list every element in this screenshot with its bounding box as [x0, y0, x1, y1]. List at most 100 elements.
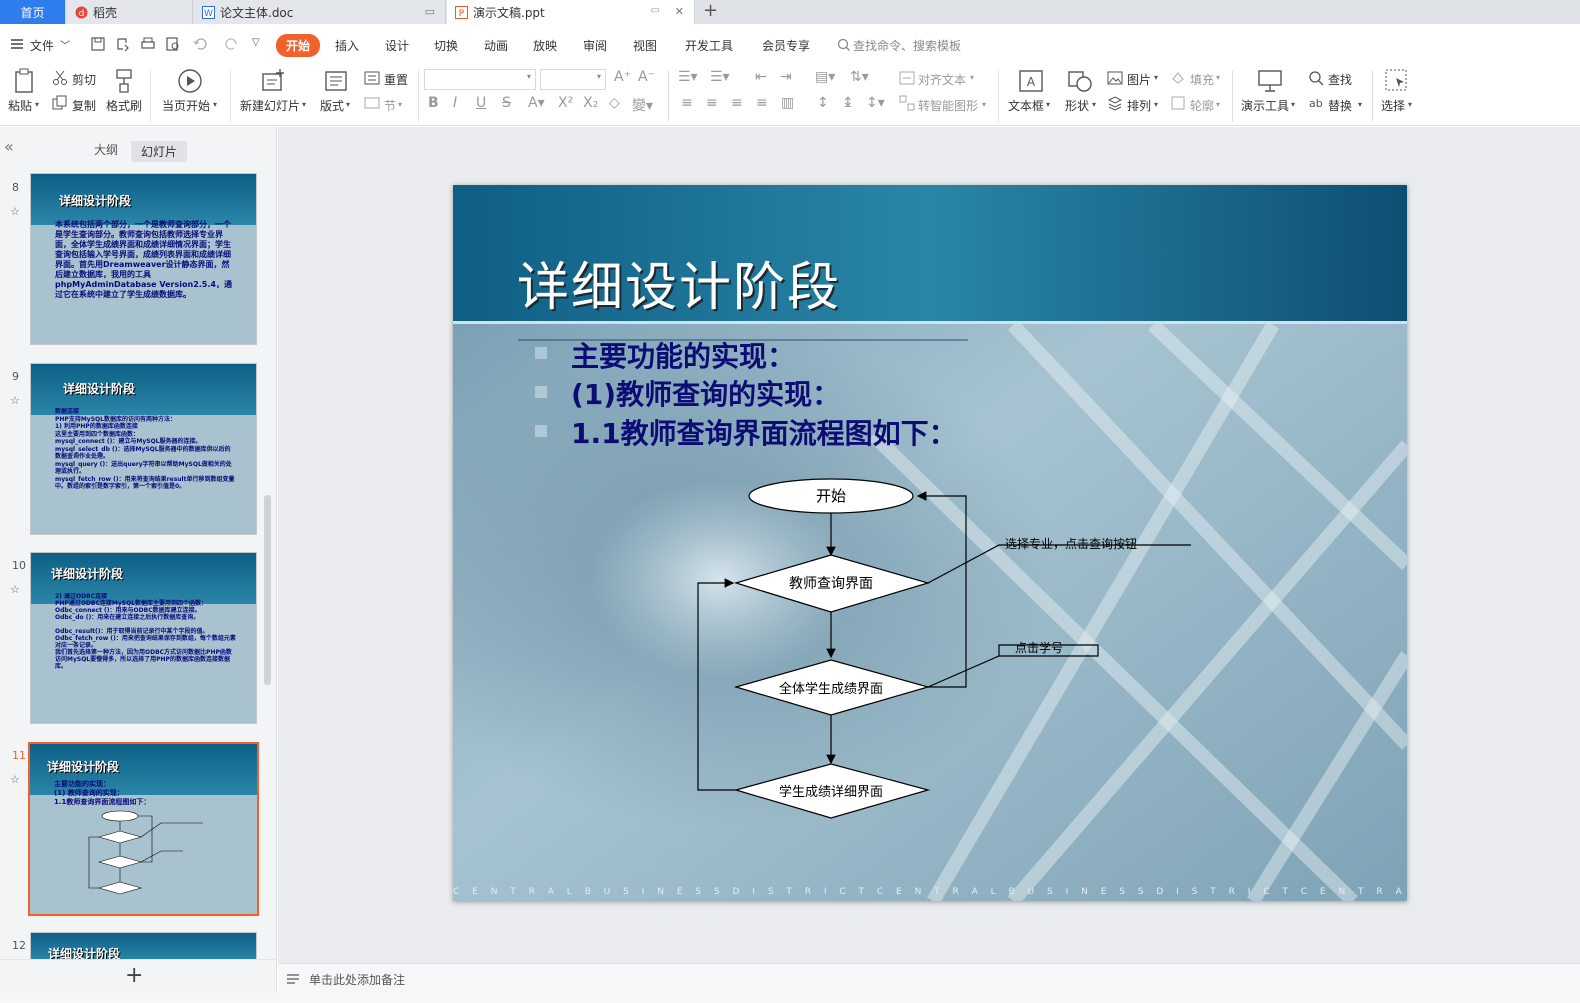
- quick-access-dropdown-icon[interactable]: ▽: [252, 37, 260, 48]
- menu-item-transition[interactable]: 切换: [434, 37, 458, 54]
- subscript-icon[interactable]: X₂: [583, 95, 598, 111]
- notes-placeholder[interactable]: 单击此处添加备注: [309, 971, 405, 988]
- replace-button[interactable]: 替换: [1328, 97, 1352, 114]
- menu-item-view[interactable]: 视图: [633, 37, 657, 54]
- chevron-down-icon[interactable]: ▾: [398, 100, 402, 109]
- menu-item-member[interactable]: 会员专享: [762, 37, 810, 54]
- section-button[interactable]: 节: [384, 97, 396, 114]
- paste-button[interactable]: 粘贴: [8, 97, 32, 114]
- menu-item-review[interactable]: 审阅: [583, 37, 607, 54]
- picture-button[interactable]: 图片: [1127, 71, 1151, 88]
- command-search-input[interactable]: 查找命令、搜索模板: [853, 37, 961, 54]
- chevron-down-icon[interactable]: ▾: [982, 100, 986, 109]
- increase-font-icon[interactable]: A⁺: [614, 69, 631, 85]
- copy-button[interactable]: 复制: [72, 97, 96, 114]
- monitor-icon[interactable]: ▭: [425, 5, 435, 18]
- slide-thumbnail-11[interactable]: 详细设计阶段 主要功能的实现： (1) 教师查询的实现： 1.1教师查询界面流程…: [28, 742, 259, 916]
- align-left-icon[interactable]: ≡: [681, 95, 693, 111]
- shapes-button[interactable]: 形状: [1065, 97, 1089, 114]
- paragraph-spacing-icon[interactable]: ↨: [842, 95, 854, 111]
- textbox-button[interactable]: 文本框: [1008, 97, 1044, 114]
- clear-format-icon[interactable]: ◇: [609, 95, 620, 111]
- decrease-indent-icon[interactable]: ⇤: [755, 69, 767, 85]
- export-icon[interactable]: [115, 36, 131, 52]
- line-spacing-icon[interactable]: ↕: [817, 95, 829, 111]
- chevron-down-icon[interactable]: ▾: [1216, 73, 1220, 82]
- chevron-down-icon[interactable]: ﹀: [60, 37, 70, 52]
- tab-ppt[interactable]: P 演示文稿.ppt ▭ ✕: [447, 0, 695, 24]
- spacing-dropdown-icon[interactable]: ↕▾: [866, 95, 885, 111]
- add-slide-button[interactable]: +: [125, 963, 143, 988]
- current-slide[interactable]: 详细设计阶段 主要功能的实现： (1)教师查询的实现： 1.1教师查询界面流程图…: [453, 185, 1407, 901]
- print-preview-icon[interactable]: [165, 36, 181, 52]
- menu-item-slideshow[interactable]: 放映: [533, 37, 557, 54]
- menu-item-animation[interactable]: 动画: [484, 37, 508, 54]
- chevron-down-icon[interactable]: ▾: [1216, 100, 1220, 109]
- chevron-down-icon[interactable]: ▾: [1358, 100, 1362, 109]
- menu-item-developer[interactable]: 开发工具: [685, 37, 733, 54]
- layout-button[interactable]: 版式: [320, 97, 344, 114]
- italic-icon[interactable]: I: [453, 95, 457, 111]
- chevron-down-icon[interactable]: ▾: [1046, 100, 1050, 109]
- justify-icon[interactable]: ≡: [756, 95, 768, 111]
- close-icon[interactable]: ✕: [675, 5, 684, 18]
- slide-thumbnail-9[interactable]: 详细设计阶段 数据连接 PHP支持MySQL数据库的访问有两种方法： 1) 利用…: [30, 363, 257, 535]
- increase-indent-icon[interactable]: ⇥: [780, 69, 792, 85]
- reset-button[interactable]: 重置: [384, 71, 408, 88]
- chevron-down-icon[interactable]: ▾: [302, 100, 306, 109]
- decrease-font-icon[interactable]: A⁻: [638, 69, 655, 85]
- paste-icon[interactable]: [12, 68, 38, 94]
- smartart-button[interactable]: 转智能图形: [918, 97, 978, 114]
- font-family-select[interactable]: ▾: [424, 69, 536, 90]
- hamburger-icon[interactable]: [10, 37, 26, 53]
- new-slide-button[interactable]: 新建幻灯片: [240, 97, 300, 114]
- chevron-down-icon[interactable]: ▾: [213, 100, 217, 109]
- notes-bar[interactable]: 单击此处添加备注: [278, 963, 1580, 993]
- file-menu[interactable]: 文件: [30, 37, 54, 54]
- tab-daoke[interactable]: d 稻壳: [67, 0, 193, 24]
- slide-thumbnail-12[interactable]: 详细设计阶段: [30, 932, 257, 960]
- select-button[interactable]: 选择: [1381, 97, 1405, 114]
- slide-thumbnail-8[interactable]: 详细设计阶段 本系统包括两个部分，一个是教师查询部分，一个是学生查询部分。教师查…: [30, 173, 257, 345]
- menu-item-design[interactable]: 设计: [385, 37, 409, 54]
- phonetic-icon[interactable]: 變▾: [632, 95, 653, 115]
- align-center-icon[interactable]: ≡: [706, 95, 718, 111]
- find-button[interactable]: 查找: [1328, 71, 1352, 88]
- sort-icon[interactable]: ⇅▾: [850, 69, 869, 85]
- new-tab-button[interactable]: +: [703, 0, 718, 24]
- numbered-list-icon[interactable]: ☰▾: [710, 69, 730, 85]
- print-icon[interactable]: [140, 36, 156, 52]
- menu-item-insert[interactable]: 插入: [335, 37, 359, 54]
- collapse-panel-icon[interactable]: «: [4, 137, 14, 156]
- tab-doc[interactable]: W 论文主体.doc ▭: [194, 0, 446, 24]
- bold-icon[interactable]: B: [428, 95, 439, 111]
- superscript-icon[interactable]: X²: [558, 95, 573, 111]
- tab-slides[interactable]: 幻灯片: [131, 141, 188, 162]
- chevron-down-icon[interactable]: ▾: [1408, 100, 1412, 109]
- bullet-list-icon[interactable]: ☰▾: [678, 69, 698, 85]
- outline-button[interactable]: 轮廓: [1190, 97, 1214, 114]
- text-direction-icon[interactable]: ▤▾: [815, 69, 835, 85]
- fill-button[interactable]: 填充: [1190, 71, 1214, 88]
- undo-icon[interactable]: [192, 36, 208, 52]
- paste-dropdown-icon[interactable]: ▾: [35, 100, 39, 109]
- cut-button[interactable]: 剪切: [72, 71, 96, 88]
- tab-home[interactable]: 首页: [0, 0, 66, 24]
- chevron-down-icon[interactable]: ▾: [1154, 100, 1158, 109]
- slide-thumbnail-10[interactable]: 详细设计阶段 2) 通过ODBC连接 PHP通过ODBC连接MySQL数据库主要…: [30, 552, 257, 724]
- chevron-down-icon[interactable]: ▾: [1092, 100, 1096, 109]
- align-right-icon[interactable]: ≡: [731, 95, 743, 111]
- strikethrough-icon[interactable]: S: [502, 95, 511, 111]
- align-text-button[interactable]: 对齐文本: [918, 71, 966, 88]
- tab-outline[interactable]: 大纲: [94, 141, 118, 158]
- font-color-icon[interactable]: A▾: [528, 95, 545, 111]
- save-icon[interactable]: [90, 36, 106, 52]
- format-painter-button[interactable]: 格式刷: [106, 97, 142, 114]
- panel-scrollbar[interactable]: [264, 495, 271, 685]
- chevron-down-icon[interactable]: ▾: [1154, 73, 1158, 82]
- underline-icon[interactable]: U: [476, 95, 486, 111]
- menu-item-start[interactable]: 开始: [276, 34, 321, 57]
- chevron-down-icon[interactable]: ▾: [970, 73, 974, 82]
- arrange-button[interactable]: 排列: [1127, 97, 1151, 114]
- monitor-icon[interactable]: ▭: [651, 5, 660, 16]
